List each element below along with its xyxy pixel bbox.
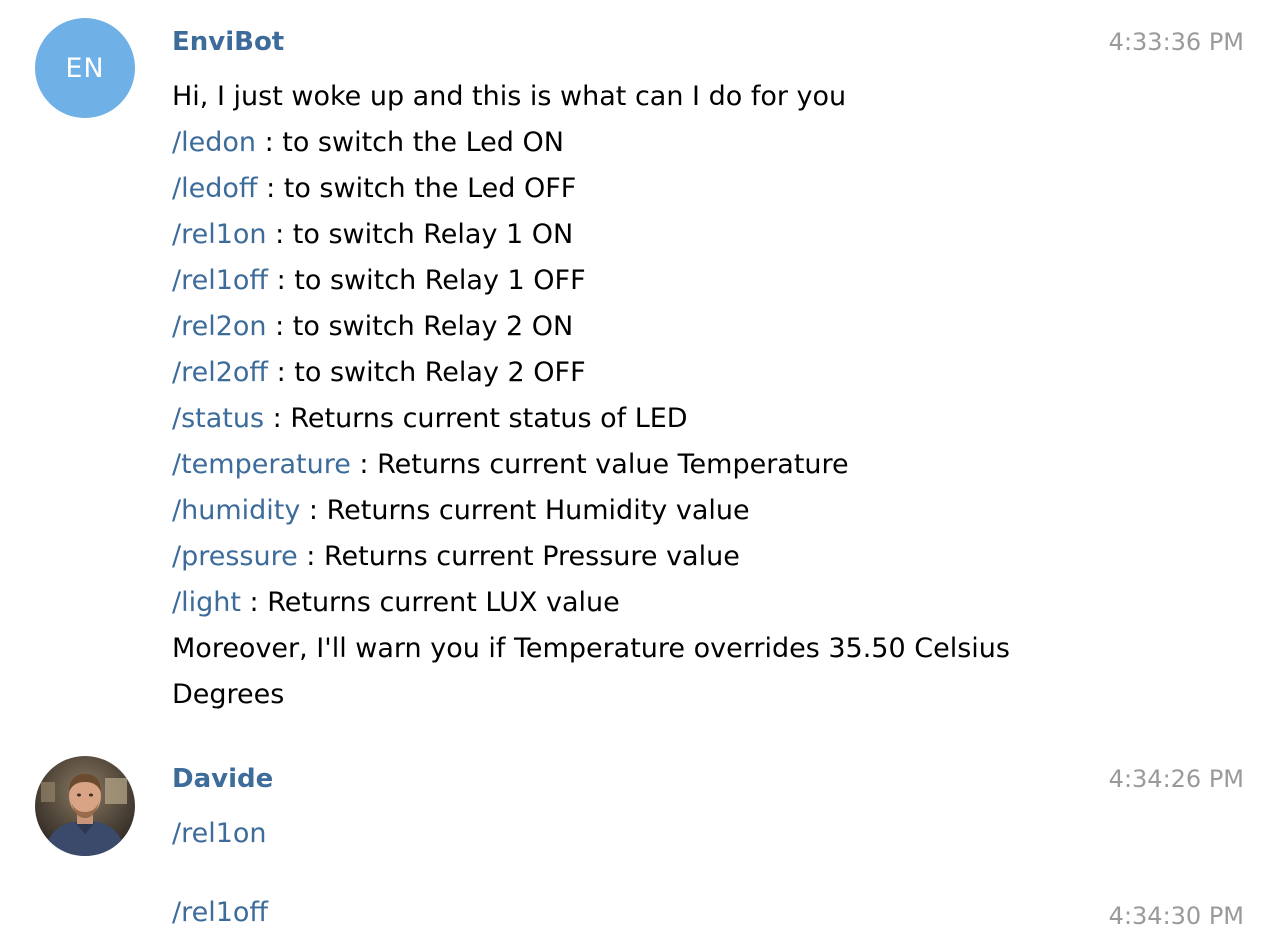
command-link[interactable]: /ledon [172,127,256,158]
command-line: /rel1on : to switch Relay 1 ON [172,212,1202,258]
outro-text-continued: Degrees [172,679,285,710]
user-sender-name[interactable]: Davide [172,764,273,794]
command-line: /light : Returns current LUX value [172,580,1202,626]
command-description: : to switch Relay 2 ON [266,311,574,342]
user-photo-icon [35,756,135,856]
user-message-command[interactable]: /rel1on [172,818,267,849]
command-line: /status : Returns current status of LED [172,396,1202,442]
user-avatar[interactable] [35,756,135,856]
command-description: : to switch the Led ON [255,127,564,158]
command-description: : to switch the Led OFF [257,173,577,204]
command-line: /rel1off : to switch Relay 1 OFF [172,258,1202,304]
user-message: Davide 4:34:26 PM /rel1on [0,740,1262,870]
command-description: : to switch Relay 2 OFF [268,357,586,388]
command-link[interactable]: /status [172,403,264,434]
command-link[interactable]: /light [172,587,241,618]
command-line: /rel2on : to switch Relay 2 ON [172,304,1202,350]
command-line: /humidity : Returns current Humidity val… [172,488,1202,534]
bot-avatar-initials: EN [65,52,105,84]
intro-text: Hi, I just woke up and this is what can … [172,81,847,112]
outro-text: Moreover, I'll warn you if Temperature o… [172,633,1010,664]
command-link[interactable]: /humidity [172,495,300,526]
command-description: : to switch Relay 1 OFF [268,265,586,296]
command-link[interactable]: /rel2off [172,357,268,388]
command-description: : Returns current status of LED [264,403,688,434]
bot-sender-name[interactable]: EnviBot [172,27,284,57]
followup-message-command[interactable]: /rel1off [172,897,268,928]
command-line: /temperature : Returns current value Tem… [172,442,1202,488]
followup-message: 4:34:30 PM /rel1off [0,885,1262,945]
command-line: /ledoff : to switch the Led OFF [172,166,1202,212]
bot-message: EN EnviBot 4:33:36 PM Hi, I just woke up… [0,0,1262,730]
bot-avatar[interactable]: EN [35,18,135,118]
command-link[interactable]: /rel2on [172,311,267,342]
command-link[interactable]: /temperature [172,449,351,480]
command-description: : Returns current Pressure value [297,541,740,572]
bot-message-time: 4:33:36 PM [1108,28,1244,56]
command-line: /rel2off : to switch Relay 2 OFF [172,350,1202,396]
command-line: /ledon : to switch the Led ON [172,120,1202,166]
bot-message-body: Hi, I just woke up and this is what can … [172,74,1202,718]
command-line: /pressure : Returns current Pressure val… [172,534,1202,580]
command-link[interactable]: /ledoff [172,173,257,204]
command-link[interactable]: /rel1on [172,219,267,250]
command-description: : Returns current LUX value [240,587,620,618]
command-description: : Returns current Humidity value [300,495,750,526]
followup-message-time: 4:34:30 PM [1108,902,1244,930]
command-description: : Returns current value Temperature [350,449,849,480]
command-description: : to switch Relay 1 ON [266,219,574,250]
command-link[interactable]: /pressure [172,541,298,572]
command-link[interactable]: /rel1off [172,265,268,296]
user-message-time: 4:34:26 PM [1108,765,1244,793]
